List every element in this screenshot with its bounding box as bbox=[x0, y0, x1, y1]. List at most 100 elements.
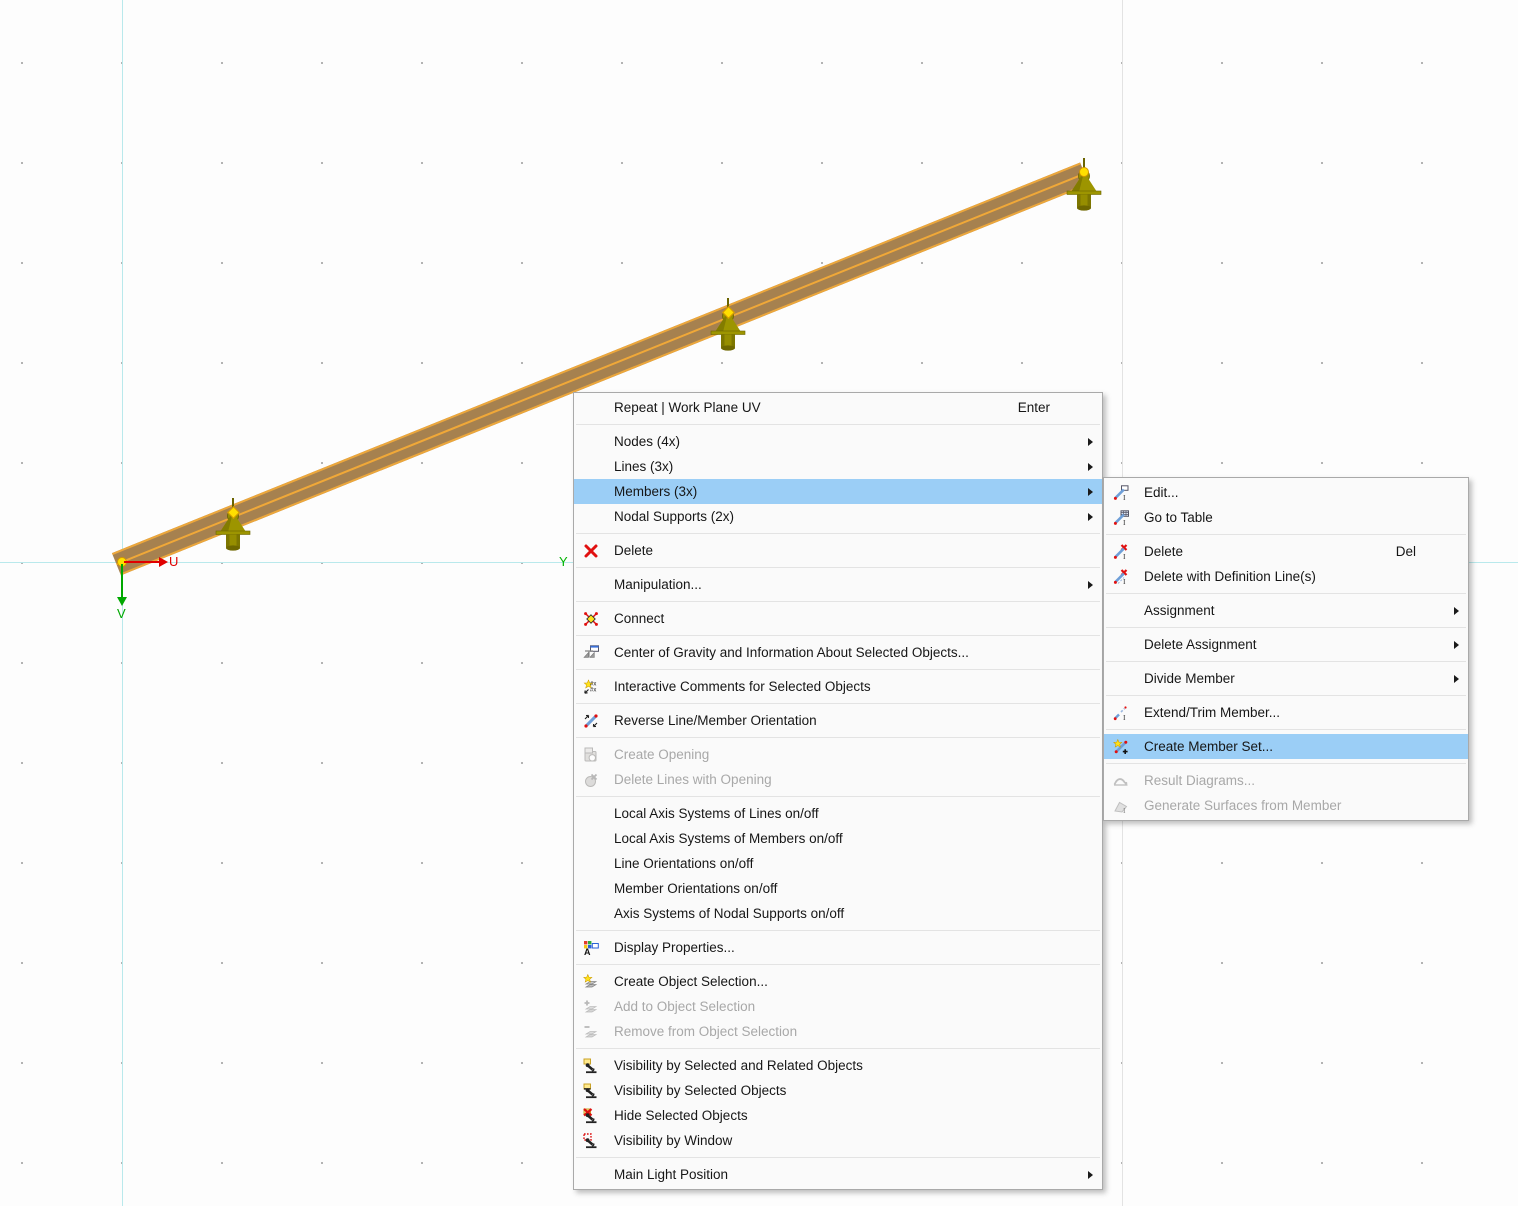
grid-dot bbox=[1221, 462, 1223, 464]
context-menu-item-delete[interactable]: Delete bbox=[574, 538, 1102, 563]
menu-separator bbox=[1106, 763, 1466, 764]
context-menu-item-main-light-position[interactable]: Main Light Position bbox=[574, 1162, 1102, 1187]
menu-item-shortcut: Enter bbox=[1017, 400, 1050, 415]
menu-item-label: Create Object Selection... bbox=[614, 974, 768, 989]
center-of-gravity-icon bbox=[583, 644, 599, 661]
context-menu-item-nodes-4x[interactable]: Nodes (4x) bbox=[574, 429, 1102, 454]
grid-dot bbox=[1321, 962, 1323, 964]
context-menu-item-axis-systems-of-nodal-supports-on-off[interactable]: Axis Systems of Nodal Supports on/off bbox=[574, 901, 1102, 926]
context-menu-item-create-object-selection[interactable]: Create Object Selection... bbox=[574, 969, 1102, 994]
context-menu-item-visibility-by-window[interactable]: Visibility by Window bbox=[574, 1128, 1102, 1153]
context-menu-item-local-axis-systems-of-members-on-off[interactable]: Local Axis Systems of Members on/off bbox=[574, 826, 1102, 851]
menu-item-label: Delete with Definition Line(s) bbox=[1144, 569, 1316, 584]
context-menu-item-nodal-supports-2x[interactable]: Nodal Supports (2x) bbox=[574, 504, 1102, 529]
grid-dot bbox=[1421, 362, 1423, 364]
menu-item-label: Edit... bbox=[1144, 485, 1179, 500]
member-delete-line-icon: I bbox=[1113, 568, 1129, 586]
submenu-item-delete-assignment[interactable]: Delete Assignment bbox=[1104, 632, 1468, 657]
submenu-item-extend-trim-member[interactable]: I Extend/Trim Member... bbox=[1104, 700, 1468, 725]
grid-dot bbox=[1021, 162, 1023, 164]
visibility-selected-icon bbox=[583, 1083, 599, 1099]
generate-surfaces-icon: I bbox=[1113, 798, 1129, 815]
menu-separator bbox=[576, 703, 1100, 704]
menu-separator bbox=[576, 1048, 1100, 1049]
context-menu-item-connect[interactable]: Connect bbox=[574, 606, 1102, 631]
context-menu-item-interactive-comments-for-selected-objects[interactable]: #x #x Interactive Comments for Selected Ob… bbox=[574, 674, 1102, 699]
grid-dot bbox=[221, 262, 223, 264]
submenu-item-create-member-set[interactable]: Create Member Set... bbox=[1104, 734, 1468, 759]
submenu-item-result-diagrams: Result Diagrams... bbox=[1104, 768, 1468, 793]
grid-dot bbox=[21, 362, 23, 364]
visibility-window-icon bbox=[583, 1132, 599, 1149]
grid-dot bbox=[221, 662, 223, 664]
submenu-item-go-to-table[interactable]: I Go to Table bbox=[1104, 505, 1468, 530]
grid-dot bbox=[1021, 62, 1023, 64]
context-menu-item-lines-3x[interactable]: Lines (3x) bbox=[574, 454, 1102, 479]
grid-dot bbox=[1221, 1162, 1223, 1164]
context-menu-item-manipulation[interactable]: Manipulation... bbox=[574, 572, 1102, 597]
application-canvas: { "workspace": { "axes": { "u_label": "U… bbox=[0, 0, 1518, 1206]
node-marker[interactable] bbox=[1079, 167, 1089, 177]
create-opening-icon bbox=[583, 747, 599, 763]
grid-dot bbox=[21, 662, 23, 664]
context-menu-item-reverse-line-member-orientation[interactable]: Reverse Line/Member Orientation bbox=[574, 708, 1102, 733]
grid-dot bbox=[1421, 162, 1423, 164]
menu-item-label: Local Axis Systems of Members on/off bbox=[614, 831, 843, 846]
grid-dot bbox=[221, 862, 223, 864]
grid-dot bbox=[321, 762, 323, 764]
menu-item-label: Reverse Line/Member Orientation bbox=[614, 713, 817, 728]
menu-item-label: Member Orientations on/off bbox=[614, 881, 778, 896]
context-menu-item-local-axis-systems-of-lines-on-off[interactable]: Local Axis Systems of Lines on/off bbox=[574, 801, 1102, 826]
hide-selected-icon bbox=[583, 1107, 599, 1124]
grid-dot bbox=[1221, 862, 1223, 864]
grid-dot bbox=[721, 362, 723, 364]
grid-dot bbox=[1321, 1062, 1323, 1064]
grid-dot bbox=[421, 1162, 423, 1164]
menu-item-label: Hide Selected Objects bbox=[614, 1108, 748, 1123]
submenu-item-delete[interactable]: I Delete Del bbox=[1104, 539, 1468, 564]
context-menu-item-visibility-by-selected-and-related-objects[interactable]: Visibility by Selected and Related Objec… bbox=[574, 1053, 1102, 1078]
grid-dot bbox=[521, 162, 523, 164]
grid-dot bbox=[21, 862, 23, 864]
context-menu-item-repeat-work-plane-uv[interactable]: Repeat | Work Plane UV Enter bbox=[574, 395, 1102, 420]
grid-dot bbox=[1321, 262, 1323, 264]
context-menu-item-hide-selected-objects[interactable]: Hide Selected Objects bbox=[574, 1103, 1102, 1128]
edit-icon: I bbox=[1113, 484, 1129, 502]
context-menu-item-members-3x[interactable]: Members (3x) bbox=[574, 479, 1102, 504]
menu-separator bbox=[576, 533, 1100, 534]
menu-separator bbox=[576, 796, 1100, 797]
menu-separator bbox=[1106, 661, 1466, 662]
menu-separator bbox=[1106, 593, 1466, 594]
menu-separator bbox=[576, 601, 1100, 602]
context-menu-item-visibility-by-selected-objects[interactable]: Visibility by Selected Objects bbox=[574, 1078, 1102, 1103]
context-menu-item-remove-from-object-selection: Remove from Object Selection bbox=[574, 1019, 1102, 1044]
menu-item-label: Create Opening bbox=[614, 747, 710, 762]
create-object-selection-icon bbox=[583, 973, 599, 990]
grid-dot bbox=[221, 162, 223, 164]
menu-item-label: Extend/Trim Member... bbox=[1144, 705, 1281, 720]
menu-item-label: Center of Gravity and Information About … bbox=[614, 645, 969, 660]
grid-dot bbox=[321, 662, 323, 664]
context-menu-item-member-orientations-on-off[interactable]: Member Orientations on/off bbox=[574, 876, 1102, 901]
grid-dot bbox=[421, 762, 423, 764]
submenu-arrow-icon bbox=[1088, 512, 1093, 521]
context-menu-item-line-orientations-on-off[interactable]: Line Orientations on/off bbox=[574, 851, 1102, 876]
context-menu-item-display-properties[interactable]: A Display Properties... bbox=[574, 935, 1102, 960]
submenu-item-assignment[interactable]: Assignment bbox=[1104, 598, 1468, 623]
submenu-item-edit[interactable]: I Edit... bbox=[1104, 480, 1468, 505]
submenu-item-delete-with-definition-line-s[interactable]: I Delete with Definition Line(s) bbox=[1104, 564, 1468, 589]
submenu-item-divide-member[interactable]: Divide Member bbox=[1104, 666, 1468, 691]
context-menu-item-delete-lines-with-opening: Delete Lines with Opening bbox=[574, 767, 1102, 792]
menu-item-label: Create Member Set... bbox=[1144, 739, 1274, 754]
grid-dot bbox=[321, 1062, 323, 1064]
grid-dot bbox=[1421, 1062, 1423, 1064]
context-menu-item-center-of-gravity-and-information-about-selected-objects[interactable]: Center of Gravity and Information About … bbox=[574, 640, 1102, 665]
menu-separator bbox=[576, 964, 1100, 965]
menu-item-label: Generate Surfaces from Member bbox=[1144, 798, 1342, 813]
menu-item-label: Repeat | Work Plane UV bbox=[614, 400, 761, 415]
menu-separator bbox=[576, 635, 1100, 636]
menu-item-label: Divide Member bbox=[1144, 671, 1235, 686]
grid-dot bbox=[321, 1162, 323, 1164]
grid-dot bbox=[521, 262, 523, 264]
grid-dot bbox=[1321, 362, 1323, 364]
